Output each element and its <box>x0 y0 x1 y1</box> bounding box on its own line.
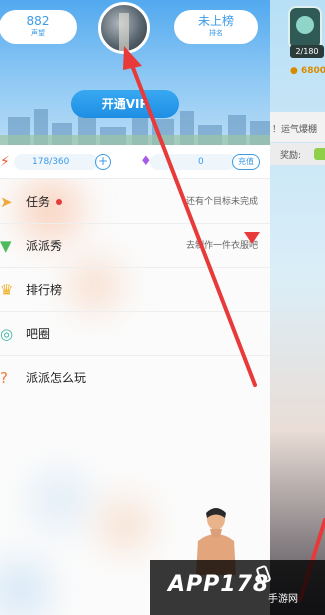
site-watermark: APP178 手游网 <box>150 560 325 615</box>
gem-value: 0 <box>198 157 204 167</box>
vip-button[interactable]: 开通VIP <box>71 90 179 118</box>
rank-label: 排名 <box>209 29 223 37</box>
menu-item-leaderboard[interactable]: ♛ 排行榜 <box>0 268 270 312</box>
question-icon: ? <box>0 369 8 387</box>
side-drawer: 882 声望 未上榜 排名 开通VIP ⚡ 178/360 + ♦ 0 充值 ➤… <box>0 0 270 615</box>
notice-text: ！运气爆棚 <box>272 125 318 135</box>
menu-item-hint: 还有个目标未完成 <box>185 197 258 207</box>
menu-item-label: 派派怎么玩 <box>26 371 87 385</box>
crown-icon: ♛ <box>0 281 14 299</box>
energy-bar: 178/360 <box>14 154 98 170</box>
blur-blob <box>30 470 90 530</box>
menu-list: ➤ 任务 还有个目标未完成 ▼ 派派秀 去制作一件衣服吧 ♛ 排行榜 ◎ 吧圈 … <box>0 180 270 400</box>
blur-blob <box>100 500 150 550</box>
level-count: 2/180 <box>290 45 324 58</box>
notification-dot <box>56 199 62 205</box>
gem-bar: 0 <box>150 154 236 170</box>
reputation-label: 声望 <box>31 29 45 37</box>
rank-pill[interactable]: 未上榜 排名 <box>174 10 258 44</box>
background-game-screen: 2/180 ● 6800 ！运气爆棚 奖励: <box>270 0 325 615</box>
reward-badge[interactable] <box>314 148 325 160</box>
profile-header: 882 声望 未上榜 排名 开通VIP <box>0 0 270 145</box>
game-avatar-icon[interactable] <box>288 6 322 50</box>
menu-item-paipai-show[interactable]: ▼ 派派秀 去制作一件衣服吧 <box>0 224 270 268</box>
add-energy-button[interactable]: + <box>95 154 111 170</box>
watermark-sub: 手游网 <box>268 594 298 605</box>
shirt-icon: ▼ <box>0 237 12 255</box>
reward-label: 奖励: <box>280 151 302 161</box>
menu-item-forum[interactable]: ◎ 吧圈 <box>0 312 270 356</box>
coin-value: 6800 <box>301 66 325 76</box>
menu-item-label: 派派秀 <box>26 239 63 253</box>
resource-bar: ⚡ 178/360 + ♦ 0 充值 <box>0 145 270 179</box>
menu-item-how-to-play[interactable]: ? 派派怎么玩 <box>0 356 270 400</box>
avatar[interactable] <box>98 2 150 54</box>
coin-count: ● 6800 <box>290 66 325 76</box>
menu-item-label: 吧圈 <box>26 327 51 341</box>
recharge-button[interactable]: 充值 <box>232 154 260 170</box>
watermark-logo: APP178 <box>168 572 270 597</box>
blur-blob <box>0 560 50 615</box>
menu-item-label: 任务 <box>26 195 51 209</box>
paper-plane-icon: ➤ <box>0 193 13 211</box>
chat-icon: ◎ <box>0 325 14 343</box>
menu-item-tasks[interactable]: ➤ 任务 还有个目标未完成 <box>0 180 270 224</box>
reputation-value: 882 <box>26 14 50 28</box>
reputation-pill[interactable]: 882 声望 <box>0 10 77 44</box>
menu-item-label: 排行榜 <box>26 283 63 297</box>
energy-value: 178/360 <box>32 157 70 167</box>
menu-item-hint: 去制作一件衣服吧 <box>185 241 258 251</box>
energy-icon: ⚡ <box>0 154 10 170</box>
rank-value: 未上榜 <box>197 14 234 28</box>
